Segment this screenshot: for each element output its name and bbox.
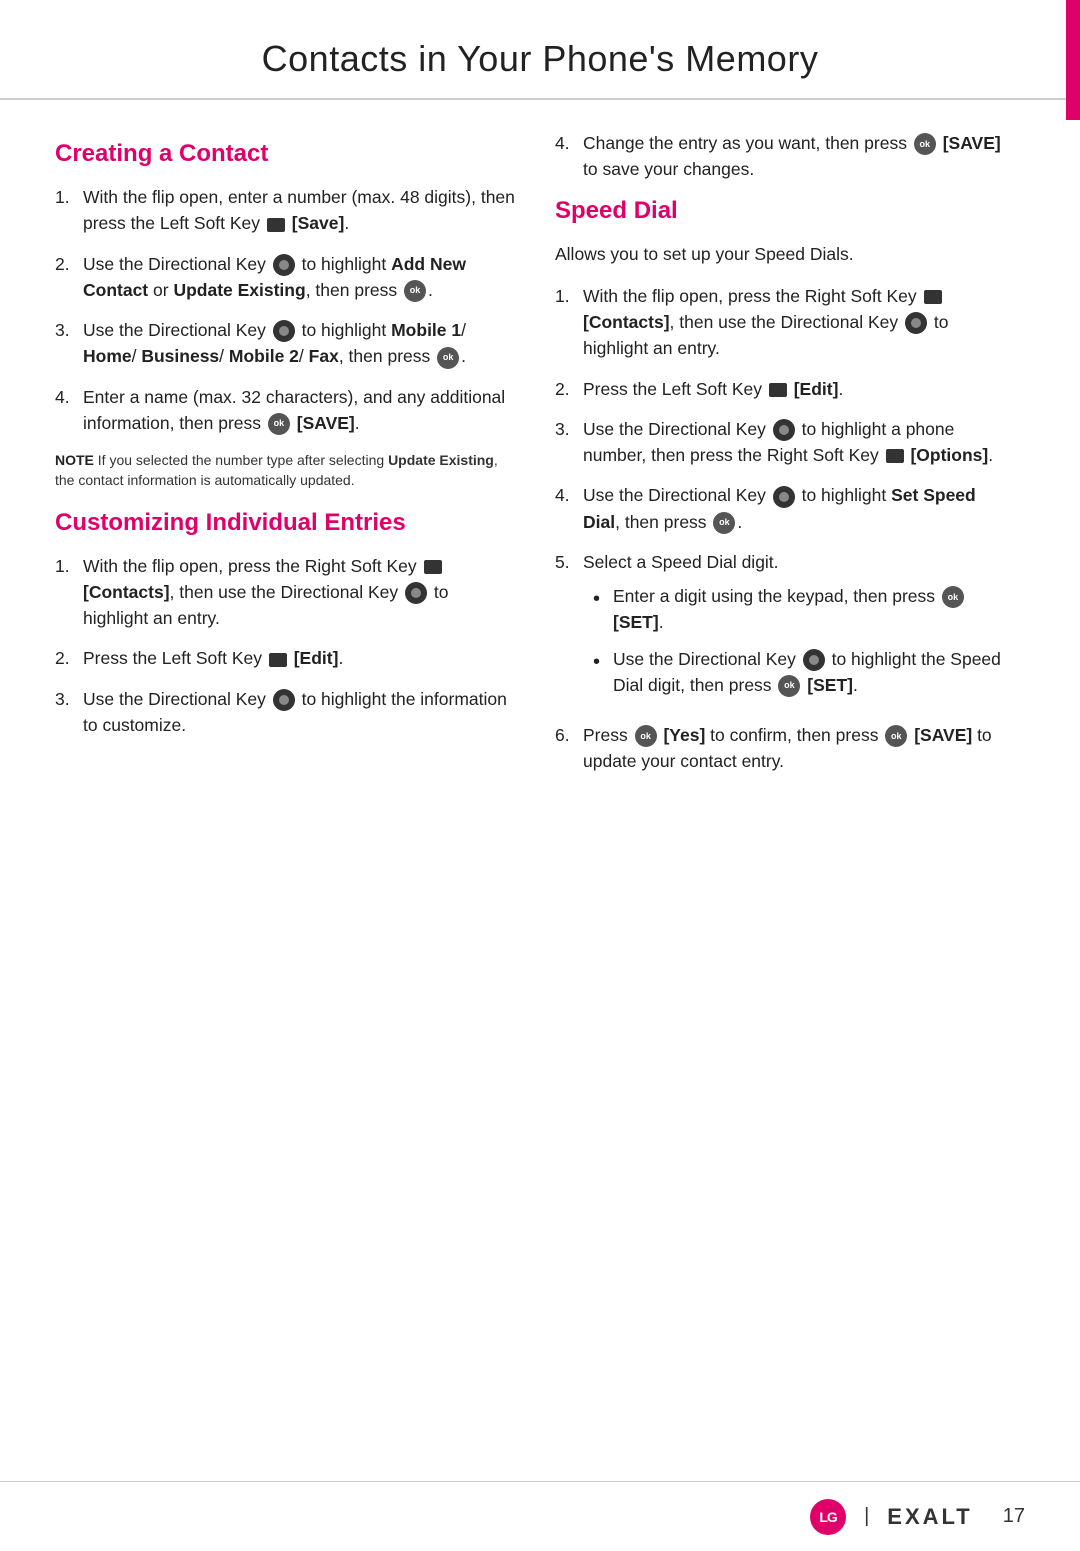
speed-dial-list: 1. With the flip open, press the Right S…: [555, 283, 1015, 775]
ok-key-icon: ok: [437, 347, 459, 369]
list-num: 3.: [555, 416, 583, 442]
li-content: With the flip open, enter a number (max.…: [83, 184, 515, 237]
footer-separator: |: [864, 1505, 869, 1528]
page-container: Contacts in Your Phone's Memory Creating…: [0, 0, 1080, 1551]
creating-contact-section: Creating a Contact 1. With the flip open…: [55, 140, 515, 491]
list-item: 1. With the flip open, press the Right S…: [55, 553, 515, 632]
list-num: 4.: [55, 384, 83, 410]
list-num: 1.: [55, 553, 83, 579]
footer-brand: EXALT: [887, 1504, 972, 1530]
ok-key-icon: ok: [778, 675, 800, 697]
list-num: 3.: [55, 317, 83, 343]
list-num: 1.: [55, 184, 83, 210]
main-content: Creating a Contact 1. With the flip open…: [0, 100, 1080, 819]
list-item: 4. Use the Directional Key to highlight …: [555, 482, 1015, 535]
customizing-title: Customizing Individual Entries: [55, 509, 515, 537]
li-content: Press the Left Soft Key [Edit].: [83, 645, 515, 671]
soft-key-icon: [769, 383, 787, 397]
note-text: If you selected the number type after se…: [55, 452, 498, 488]
list-item: 2. Use the Directional Key to highlight …: [55, 251, 515, 304]
footer-logo: LG | EXALT 17: [810, 1499, 1025, 1535]
note-box: NOTE If you selected the number type aft…: [55, 450, 515, 491]
directional-key-icon: [405, 582, 427, 604]
page-title: Contacts in Your Phone's Memory: [60, 38, 1020, 80]
list-num: 3.: [55, 686, 83, 712]
bullet-icon: •: [593, 584, 613, 614]
directional-key-icon: [803, 649, 825, 671]
creating-contact-list: 1. With the flip open, enter a number (m…: [55, 184, 515, 436]
list-item: 3. Use the Directional Key to highlight …: [55, 686, 515, 739]
list-item: 1. With the flip open, enter a number (m…: [55, 184, 515, 237]
list-item: 3. Use the Directional Key to highlight …: [55, 317, 515, 370]
li-content: Change the entry as you want, then press…: [583, 130, 1015, 183]
directional-key-icon: [773, 486, 795, 508]
ok-key-icon: ok: [713, 512, 735, 534]
list-num: 2.: [55, 251, 83, 277]
directional-key-icon: [273, 320, 295, 342]
speed-dial-intro: Allows you to set up your Speed Dials.: [555, 241, 1015, 267]
left-column: Creating a Contact 1. With the flip open…: [55, 130, 515, 789]
soft-key-icon: [267, 218, 285, 232]
list-item: 2. Press the Left Soft Key [Edit].: [55, 645, 515, 671]
note-label: NOTE: [55, 452, 94, 468]
list-num: 5.: [555, 549, 583, 575]
li-content: Press the Left Soft Key [Edit].: [583, 376, 1015, 402]
right-column-intro-list: 4. Change the entry as you want, then pr…: [555, 130, 1015, 183]
list-item: 4. Enter a name (max. 32 characters), an…: [55, 384, 515, 437]
list-num: 4.: [555, 482, 583, 508]
speed-dial-title: Speed Dial: [555, 197, 1015, 225]
list-num: 4.: [555, 130, 583, 156]
li-content: Use the Directional Key to highlight a p…: [583, 416, 1015, 469]
ok-key-icon: ok: [914, 133, 936, 155]
soft-key-icon: [886, 449, 904, 463]
speed-dial-section: Speed Dial Allows you to set up your Spe…: [555, 197, 1015, 775]
ok-key-icon: ok: [268, 413, 290, 435]
list-item: • Enter a digit using the keypad, then p…: [593, 583, 1015, 636]
ok-key-icon: ok: [885, 725, 907, 747]
right-column: 4. Change the entry as you want, then pr…: [555, 130, 1015, 789]
customizing-section: Customizing Individual Entries 1. With t…: [55, 509, 515, 739]
bullet-content: Use the Directional Key to highlight the…: [613, 646, 1015, 699]
ok-key-icon: ok: [942, 586, 964, 608]
accent-bar: [1066, 0, 1080, 120]
page-title-area: Contacts in Your Phone's Memory: [0, 0, 1080, 100]
ok-key-icon: ok: [635, 725, 657, 747]
li-content: Press ok [Yes] to confirm, then press ok…: [583, 722, 1015, 775]
li-content: Enter a name (max. 32 characters), and a…: [83, 384, 515, 437]
li-content: Select a Speed Dial digit. • Enter a dig…: [583, 549, 1015, 708]
list-item: • Use the Directional Key to highlight t…: [593, 646, 1015, 699]
footer: LG | EXALT 17: [0, 1481, 1080, 1551]
li-content: With the flip open, press the Right Soft…: [83, 553, 515, 632]
li-content: Use the Directional Key to highlight Add…: [83, 251, 515, 304]
soft-key-icon: [924, 290, 942, 304]
lg-logo-circle: LG: [810, 1499, 846, 1535]
list-num: 1.: [555, 283, 583, 309]
directional-key-icon: [905, 312, 927, 334]
list-num: 2.: [55, 645, 83, 671]
list-item: 6. Press ok [Yes] to confirm, then press…: [555, 722, 1015, 775]
li-content: Use the Directional Key to highlight Set…: [583, 482, 1015, 535]
customizing-list: 1. With the flip open, press the Right S…: [55, 553, 515, 739]
bullet-content: Enter a digit using the keypad, then pre…: [613, 583, 1015, 636]
list-item: 4. Change the entry as you want, then pr…: [555, 130, 1015, 183]
list-item: 2. Press the Left Soft Key [Edit].: [555, 376, 1015, 402]
ok-key-icon: ok: [404, 280, 426, 302]
footer-page-number: 17: [1003, 1505, 1025, 1528]
list-num: 6.: [555, 722, 583, 748]
directional-key-icon: [273, 689, 295, 711]
soft-key-icon: [424, 560, 442, 574]
creating-contact-title: Creating a Contact: [55, 140, 515, 168]
li-content: With the flip open, press the Right Soft…: [583, 283, 1015, 362]
list-item: 1. With the flip open, press the Right S…: [555, 283, 1015, 362]
soft-key-icon: [269, 653, 287, 667]
directional-key-icon: [773, 419, 795, 441]
speed-dial-bullets: • Enter a digit using the keypad, then p…: [583, 583, 1015, 698]
directional-key-icon: [273, 254, 295, 276]
li-content: Use the Directional Key to highlight Mob…: [83, 317, 515, 370]
list-item: 3. Use the Directional Key to highlight …: [555, 416, 1015, 469]
list-item: 5. Select a Speed Dial digit. • Enter a …: [555, 549, 1015, 708]
bullet-icon: •: [593, 647, 613, 677]
list-num: 2.: [555, 376, 583, 402]
li-content: Use the Directional Key to highlight the…: [83, 686, 515, 739]
